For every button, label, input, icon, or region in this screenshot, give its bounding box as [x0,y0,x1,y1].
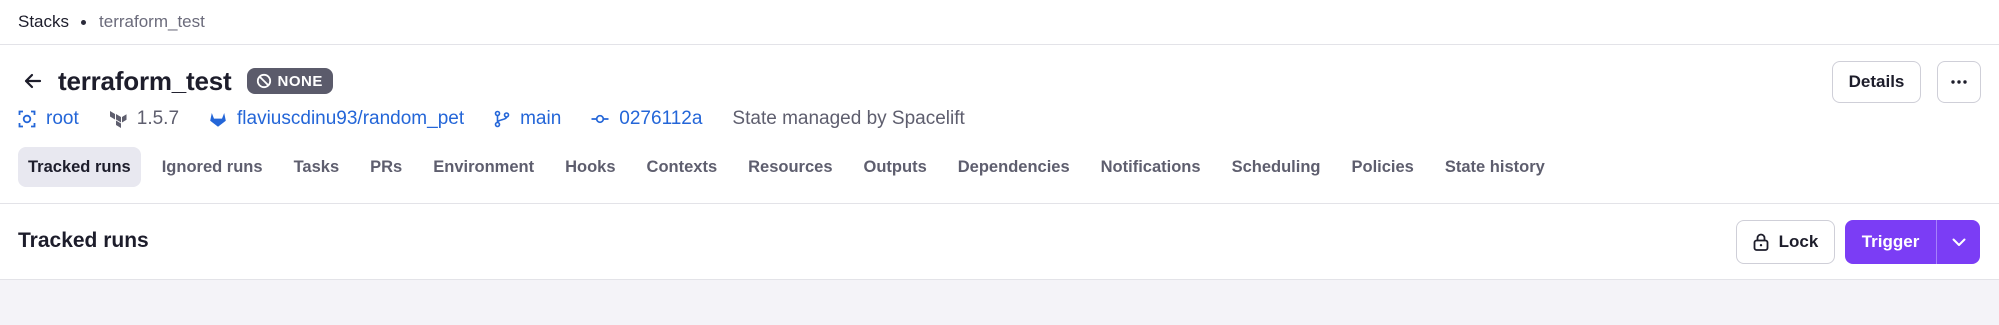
details-button[interactable]: Details [1832,61,1921,103]
terraform-version: 1.5.7 [136,108,180,129]
tab-state-history[interactable]: State history [1435,147,1555,187]
chevron-down-icon [1952,238,1965,246]
tab-outputs[interactable]: Outputs [854,147,937,187]
branch-link[interactable]: main [520,108,561,130]
git-branch-icon [494,110,510,128]
breadcrumb-stacks-link[interactable]: Stacks [18,12,69,32]
tab-resources[interactable]: Resources [738,147,842,187]
branch-item[interactable]: main [494,108,561,130]
trigger-button[interactable]: Trigger [1845,220,1936,264]
section-title: Tracked runs [18,229,149,252]
state-managed-text: State managed by Spacelift [732,108,965,129]
tab-notifications[interactable]: Notifications [1091,147,1211,187]
more-dots-icon [1951,80,1967,84]
gitlab-icon [210,113,226,127]
tab-dependencies[interactable]: Dependencies [948,147,1080,187]
breadcrumb: Stacks terraform_test [18,0,205,44]
git-commit-icon [591,114,609,124]
commit-item[interactable]: 0276112a [591,108,702,130]
trigger-dropdown-button[interactable] [1937,220,1980,264]
status-badge-label: NONE [277,72,323,90]
runs-content-area [0,280,1999,325]
breadcrumb-separator [81,19,87,25]
tab-policies[interactable]: Policies [1341,147,1423,187]
stack-tabs: Tracked runs Ignored runs Tasks PRs Envi… [18,147,1566,187]
tab-prs[interactable]: PRs [360,147,412,187]
space-link[interactable]: root [46,108,79,130]
terraform-icon [109,111,127,128]
tab-contexts[interactable]: Contexts [637,147,728,187]
tab-environment[interactable]: Environment [423,147,544,187]
ban-icon [256,73,271,89]
tab-scheduling[interactable]: Scheduling [1222,147,1331,187]
stack-meta: root 1.5.7 flaviuscdinu93/random_pet mai… [18,103,995,135]
divider [0,203,1999,204]
repository-item[interactable]: flaviuscdinu93/random_pet [209,108,464,130]
status-badge: NONE [246,68,333,94]
more-options-button[interactable] [1937,61,1981,103]
stack-header: terraform_test NONE [18,62,333,100]
lock-icon [1753,233,1769,251]
lock-button-label: Lock [1778,232,1819,251]
commit-link[interactable]: 0276112a [619,108,702,130]
terraform-version-item: 1.5.7 [109,108,179,130]
state-info: State managed by Spacelift [732,108,964,130]
space-item[interactable]: root [18,108,79,130]
page-title: terraform_test [58,65,232,96]
tab-hooks[interactable]: Hooks [555,147,625,187]
tab-tracked-runs[interactable]: Tracked runs [18,147,141,187]
repository-link[interactable]: flaviuscdinu93/random_pet [237,108,464,130]
lock-button[interactable]: Lock [1736,220,1835,264]
tab-tasks[interactable]: Tasks [284,147,350,187]
back-arrow-icon[interactable] [18,66,48,96]
space-target-icon [18,110,36,128]
tab-ignored-runs[interactable]: Ignored runs [152,147,273,187]
divider [0,44,1999,45]
trigger-button-group: Trigger [1845,220,1980,264]
breadcrumb-current: terraform_test [99,12,205,31]
